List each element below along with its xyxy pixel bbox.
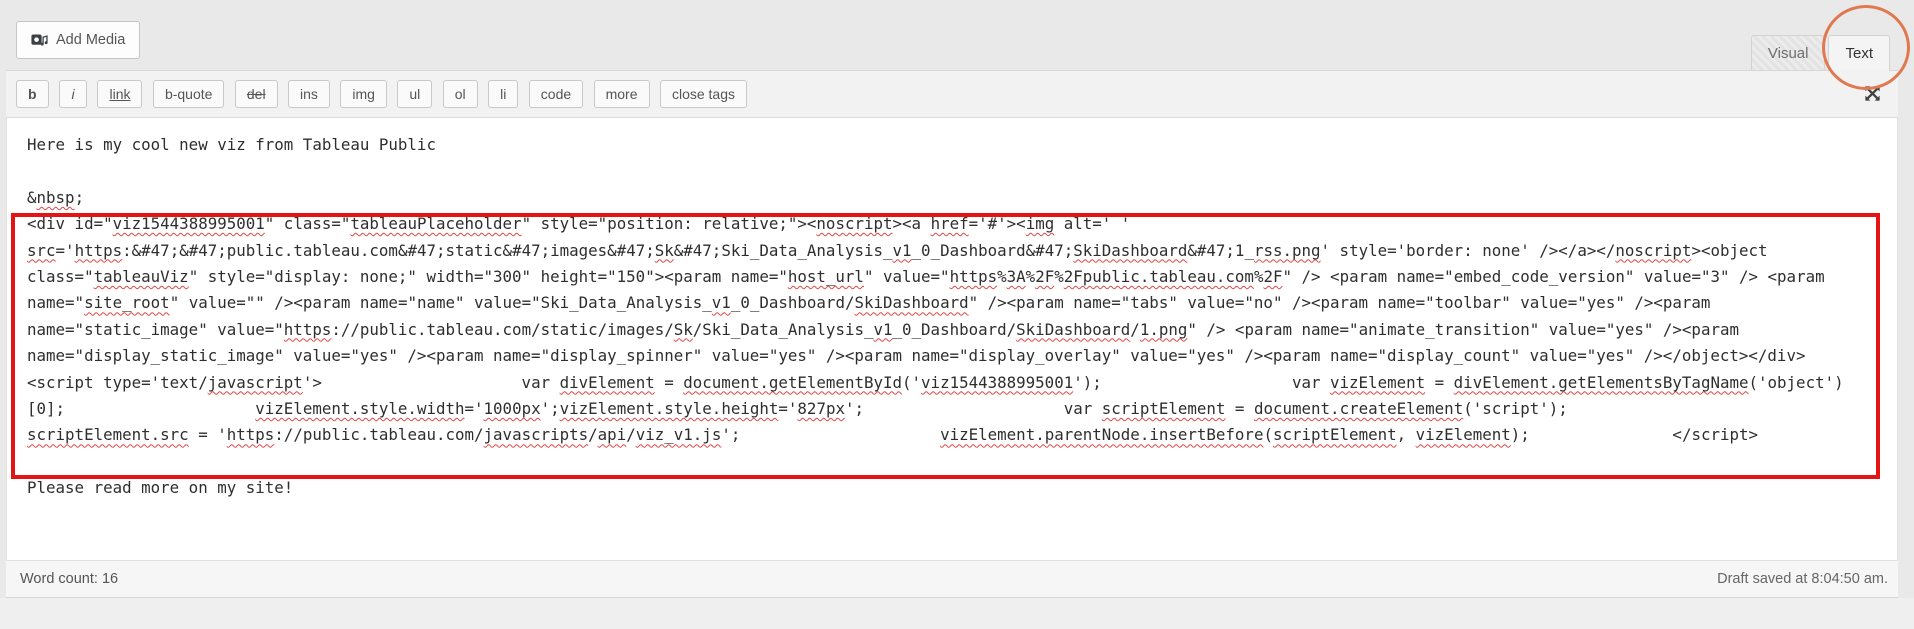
qt-close-tags-button[interactable]: close tags bbox=[659, 80, 748, 108]
fullscreen-icon bbox=[1863, 84, 1882, 103]
code-line: name="display_static_image" value="yes" … bbox=[27, 346, 1806, 366]
code-line: [0]; vizElement.style.width='1000px';viz… bbox=[27, 398, 1568, 418]
page-background bbox=[0, 598, 1914, 629]
qt-img-button[interactable]: img bbox=[340, 80, 387, 108]
post-editor: Add Media Visual Text b i link b-quote d… bbox=[6, 0, 1898, 598]
qt-italic-button[interactable]: i bbox=[59, 80, 88, 108]
code-line: <div id="viz1544388995001" class="tablea… bbox=[27, 214, 1131, 234]
add-media-button[interactable]: Add Media bbox=[16, 21, 141, 59]
post-content-textarea[interactable]: Here is my cool new viz from Tableau Pub… bbox=[6, 118, 1898, 560]
code-line: name="site_root" value="" /><param name=… bbox=[27, 293, 1711, 313]
qt-del-button[interactable]: del bbox=[234, 80, 278, 108]
qt-bold-button[interactable]: b bbox=[16, 80, 49, 108]
add-media-label: Add Media bbox=[56, 32, 126, 48]
content-line-intro: Here is my cool new viz from Tableau Pub… bbox=[27, 135, 436, 154]
draft-saved-status: Draft saved at 8:04:50 am. bbox=[1717, 571, 1888, 587]
code-line: <script type='text/javascript'> var divE… bbox=[27, 372, 1844, 392]
editor-status-bar: Word count: 16 Draft saved at 8:04:50 am… bbox=[6, 560, 1898, 598]
word-count-value: 16 bbox=[101, 571, 119, 587]
qt-li-button[interactable]: li bbox=[488, 80, 519, 108]
word-count-label: Word count: bbox=[20, 571, 98, 587]
qt-ins-button[interactable]: ins bbox=[288, 80, 330, 108]
qt-link-button[interactable]: link bbox=[97, 80, 143, 108]
fullscreen-button[interactable] bbox=[1863, 84, 1882, 106]
qt-blockquote-button[interactable]: b-quote bbox=[152, 80, 225, 108]
qt-code-button[interactable]: code bbox=[528, 80, 584, 108]
code-line: name="static_image" value="https://publi… bbox=[27, 319, 1739, 339]
wordpress-editor-page: Add Media Visual Text b i link b-quote d… bbox=[0, 0, 1914, 629]
content-line-nbsp: &nbsp; bbox=[27, 187, 85, 207]
content-line-empty bbox=[27, 449, 1897, 475]
quicktags-toolbar: b i link b-quote del ins img ul ol li co… bbox=[6, 70, 1898, 118]
code-line: scriptElement.src = 'https://public.tabl… bbox=[27, 425, 1759, 445]
qt-more-button[interactable]: more bbox=[593, 80, 650, 108]
qt-ul-button[interactable]: ul bbox=[397, 80, 433, 108]
tab-visual[interactable]: Visual bbox=[1750, 35, 1826, 70]
tab-text[interactable]: Text bbox=[1828, 35, 1890, 71]
code-line: src='https:&#47;&#47;public.tableau.com&… bbox=[27, 240, 1768, 260]
editor-media-buttons-bar: Add Media Visual Text bbox=[6, 0, 1898, 71]
editor-mode-tabs: Visual Text bbox=[1750, 35, 1890, 71]
code-line: class="tableauViz" style="display: none;… bbox=[27, 266, 1825, 286]
content-line-empty bbox=[27, 158, 1897, 184]
media-icon bbox=[31, 32, 48, 49]
word-count: Word count: 16 bbox=[20, 571, 118, 587]
qt-ol-button[interactable]: ol bbox=[442, 80, 478, 108]
content-line-outro: Please read more on my site! bbox=[27, 478, 294, 498]
